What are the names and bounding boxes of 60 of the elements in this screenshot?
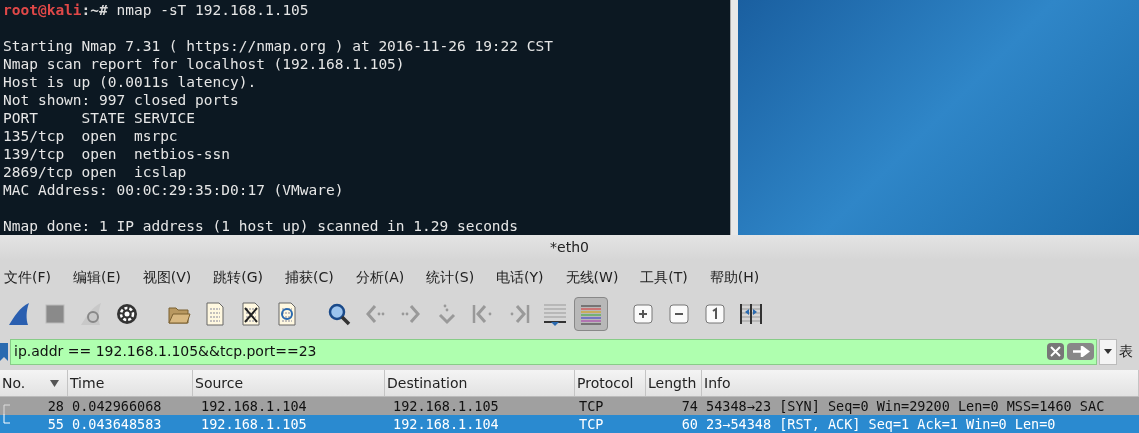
expression-button[interactable]: 表	[1119, 341, 1139, 363]
packet-row[interactable]: 28 0.042966068 192.168.1.104 192.168.1.105 TCP 74 54348→23 [SYN] Seq=0 Win=29200 Len=0 MSS=1460 SAC	[0, 397, 1139, 415]
column-header[interactable]: No.	[0, 370, 68, 396]
table-cell: 192.168.1.105	[201, 415, 307, 432]
menu-item[interactable]: 电话(Y)	[496, 266, 544, 288]
terminal-output-line: Nmap scan report for localhost (192.168.1.105)	[3, 55, 406, 73]
column-header[interactable]: Source	[193, 370, 385, 396]
column-header[interactable]: Destination	[385, 370, 575, 396]
terminal-command-line: root@kali:~# nmap -sT 192.168.1.105	[3, 1, 310, 19]
column-header[interactable]: Info	[702, 370, 1139, 396]
clear-button[interactable]	[1047, 343, 1064, 361]
menu-item[interactable]: 帮助(H)	[709, 266, 760, 288]
menu-item[interactable]: 捕获(C)	[285, 266, 334, 288]
table-cell: 74	[681, 397, 698, 414]
display-filter-field[interactable]: ip.addr == 192.168.1.105&&tcp.port==23	[10, 338, 1097, 365]
packet-row[interactable]: 55 0.043648583 192.168.1.105 192.168.1.104 TCP 60 23→54348 [RST, ACK] Seq=1 Ack=1 Win=0 Len=0	[0, 415, 1139, 433]
terminal-output-line: PORT STATE SERVICE	[3, 109, 197, 127]
menu-item[interactable]: 编辑(E)	[73, 266, 121, 288]
menu-item[interactable]: 跳转(G)	[213, 266, 264, 288]
column-header[interactable]: Length	[646, 370, 702, 396]
restart-icon	[78, 300, 104, 327]
window-title: *eth0	[550, 238, 589, 258]
terminal-output-line: Not shown: 997 closed ports	[3, 91, 240, 109]
terminal-output-line: 139/tcp open netbios-ssn	[3, 145, 231, 163]
start-icon	[6, 300, 32, 327]
table-cell: 192.168.1.104	[201, 397, 307, 414]
table-cell: 55	[47, 415, 64, 432]
colorize-button[interactable]	[574, 296, 608, 331]
close-icon	[1050, 346, 1061, 358]
terminal-output-line: Starting Nmap 7.31 ( https://nmap.org ) at 2016-11-26 19:22 CST	[3, 37, 554, 55]
terminal-output-line: Host is up (0.0011s latency).	[3, 73, 258, 91]
menu-item[interactable]: 无线(W)	[565, 266, 619, 288]
apply-button[interactable]	[1067, 343, 1094, 361]
table-cell: TCP	[579, 415, 604, 432]
table-cell: TCP	[579, 397, 604, 414]
table-cell: 0.042966068	[72, 397, 162, 414]
terminal-output-line: MAC Address: 00:0C:29:35:D0:17 (VMware)	[3, 181, 345, 199]
terminal-output-line: Nmap done: 1 IP address (1 host up) scanned in 1.29 seconds	[3, 217, 520, 235]
menu-item[interactable]: 统计(S)	[426, 266, 475, 288]
dropdown-button[interactable]	[1099, 338, 1117, 365]
column-header[interactable]: Time	[68, 370, 193, 396]
table-cell: 192.168.1.105	[393, 397, 499, 414]
menu-item[interactable]: 文件(F)	[4, 266, 51, 288]
sort-arrow-icon	[50, 379, 59, 387]
terminal-output-line: 135/tcp open msrpc	[3, 127, 179, 145]
column-header[interactable]: Protocol	[575, 370, 646, 396]
menu-item[interactable]: 视图(V)	[142, 266, 192, 288]
table-cell: 54348→23 [SYN] Seq=0 Win=29200 Len=0 MSS=1460 SAC	[706, 397, 1105, 414]
table-cell: 28	[47, 397, 64, 414]
terminal-output-line: 2869/tcp open icslap	[3, 163, 188, 181]
bookmark-icon[interactable]	[0, 342, 8, 361]
table-cell: 0.043648583	[72, 415, 162, 432]
caret-icon	[1104, 349, 1112, 355]
arrow-right-icon	[1071, 346, 1090, 358]
scrollbar[interactable]	[730, 0, 738, 236]
table-cell: 23→54348 [RST, ACK] Seq=1 Ack=1 Win=0 Len=0	[706, 415, 1056, 432]
table-cell: 60	[681, 415, 698, 432]
table-cell: 192.168.1.104	[393, 415, 499, 432]
menu-item[interactable]: 工具(T)	[640, 266, 688, 288]
menu-item[interactable]: 分析(A)	[355, 266, 405, 288]
